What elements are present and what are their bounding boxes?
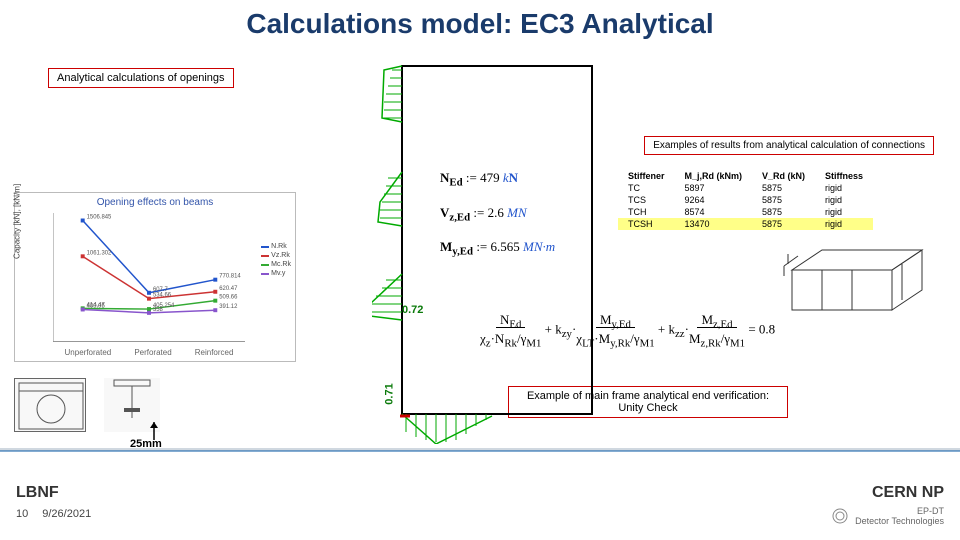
svg-text:391.12: 391.12 [219,304,237,310]
footer: LBNF 10 9/26/2021 CERN NP EP-DTDetector … [0,476,960,540]
separator [0,448,960,454]
value-072: 0.72 [402,304,423,316]
formula-m: My,Ed := 6.565 MN·m [440,239,555,258]
svg-text:1506.845: 1506.845 [87,215,112,221]
svg-text:358: 358 [153,307,164,313]
footer-sub: EP-DTDetector Technologies [831,506,944,526]
opening-effects-chart: Opening effects on beams Capacity [kN], … [14,192,296,362]
svg-text:534.66: 534.66 [153,293,172,299]
svg-text:1061.302: 1061.302 [87,250,112,256]
detail-fig-1 [14,378,86,432]
chart-legend: N.RkVz.RkMc.RkMv.y [261,243,291,279]
svg-text:509.66: 509.66 [219,295,238,301]
value-071: 0.71 [384,383,396,404]
unity-formula: NEdχz·NRk/γM1 + kzy·My,EdχLT·My,Rk/γM1 +… [480,312,775,349]
cern-logo-icon [831,507,849,525]
isometric-drawing [782,224,940,322]
chart-xlabels: Unperforated Perforated Reinforced [53,348,245,357]
results-table: StiffenerM_j,Rd (kNm)V_Rd (kN)Stiffness … [618,170,873,230]
label-examples: Examples of results from analytical calc… [644,136,934,155]
footer-date: 9/26/2021 [42,508,91,520]
formula-n: NEd := 479 kN [440,170,555,189]
page-number: 10 [16,508,28,520]
label-openings: Analytical calculations of openings [48,68,234,88]
svg-text:400.05: 400.05 [87,304,106,310]
footer-right: CERN NP [831,484,944,502]
slide-title: Calculations model: EC3 Analytical [0,0,960,40]
chart-title: Opening effects on beams [15,193,295,208]
chart-ylabel: Capacity [kN], [kN/m] [13,184,22,259]
formulas: NEd := 479 kN Vz,Ed := 2.6 MN My,Ed := 6… [440,170,555,274]
small-figures [14,378,160,432]
formula-v: Vz,Ed := 2.6 MN [440,205,555,224]
footer-left: LBNF [16,484,91,502]
svg-text:770.814: 770.814 [219,274,241,280]
chart-plot: 1600 1400 0 1506.845607.7770.8141061.302… [53,213,245,342]
svg-text:620.47: 620.47 [219,286,237,292]
